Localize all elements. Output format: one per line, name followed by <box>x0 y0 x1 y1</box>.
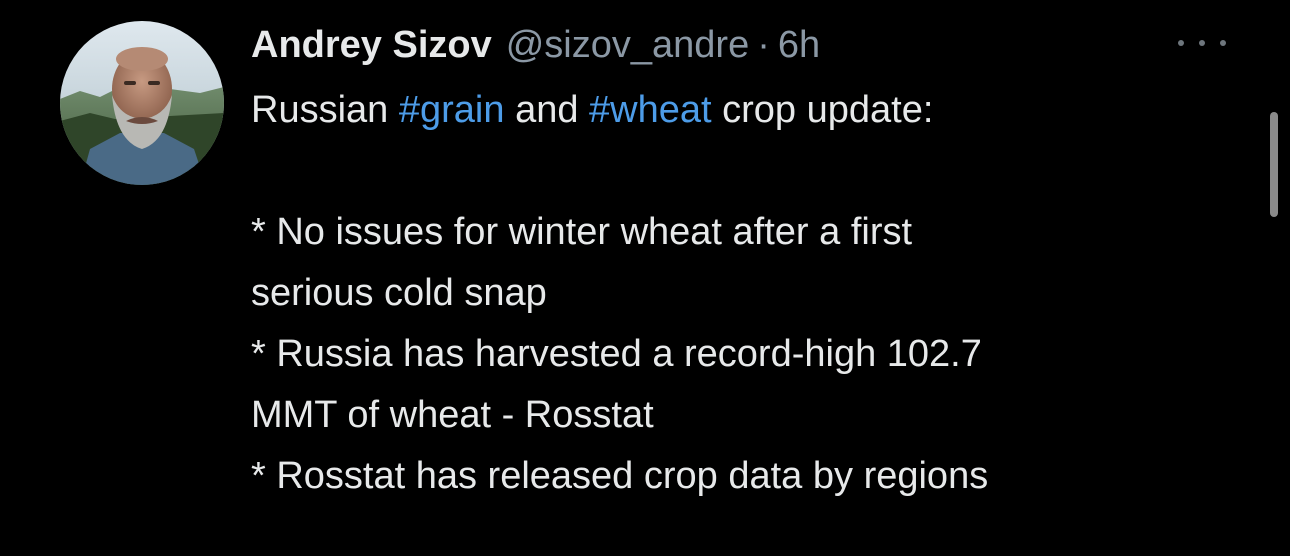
more-horizontal-icon <box>1178 40 1184 46</box>
tweet-card[interactable]: Andrey Sizov @sizov_andre · 6h Russian #… <box>0 0 1290 556</box>
tweet-text-line: serious cold snap <box>251 272 547 314</box>
more-horizontal-icon <box>1220 40 1226 46</box>
tweet-text-line: Russian #grain and #wheat crop update: <box>251 80 1241 141</box>
more-options-button[interactable] <box>1178 36 1226 50</box>
more-horizontal-icon <box>1199 40 1205 46</box>
tweet-text-line: MMT of wheat - Rosstat <box>251 394 654 436</box>
author-display-name[interactable]: Andrey Sizov <box>251 20 492 70</box>
hashtag-wheat-link[interactable]: #wheat <box>589 89 712 131</box>
tweet-text-line: * Russia has harvested a record-high 102… <box>251 333 982 375</box>
tweet-text-line: * No issues for winter wheat after a fir… <box>251 211 913 253</box>
separator-dot: · <box>757 24 770 66</box>
text-segment: Russian <box>251 89 389 131</box>
avatar-photo <box>60 21 224 185</box>
tweet-timestamp[interactable]: 6h <box>778 20 820 70</box>
author-handle[interactable]: @sizov_andre <box>506 20 749 70</box>
text-segment: and <box>515 89 579 131</box>
hashtag-grain-link[interactable]: #grain <box>399 89 505 131</box>
scrollbar-thumb[interactable] <box>1270 112 1278 217</box>
avatar[interactable] <box>60 21 224 185</box>
tweet-header: Andrey Sizov @sizov_andre · 6h <box>251 20 820 70</box>
tweet-text-line: * Rosstat has released crop data by regi… <box>251 455 989 497</box>
tweet-text: Russian #grain and #wheat crop update: *… <box>251 80 1241 507</box>
text-segment: crop update: <box>722 89 934 131</box>
